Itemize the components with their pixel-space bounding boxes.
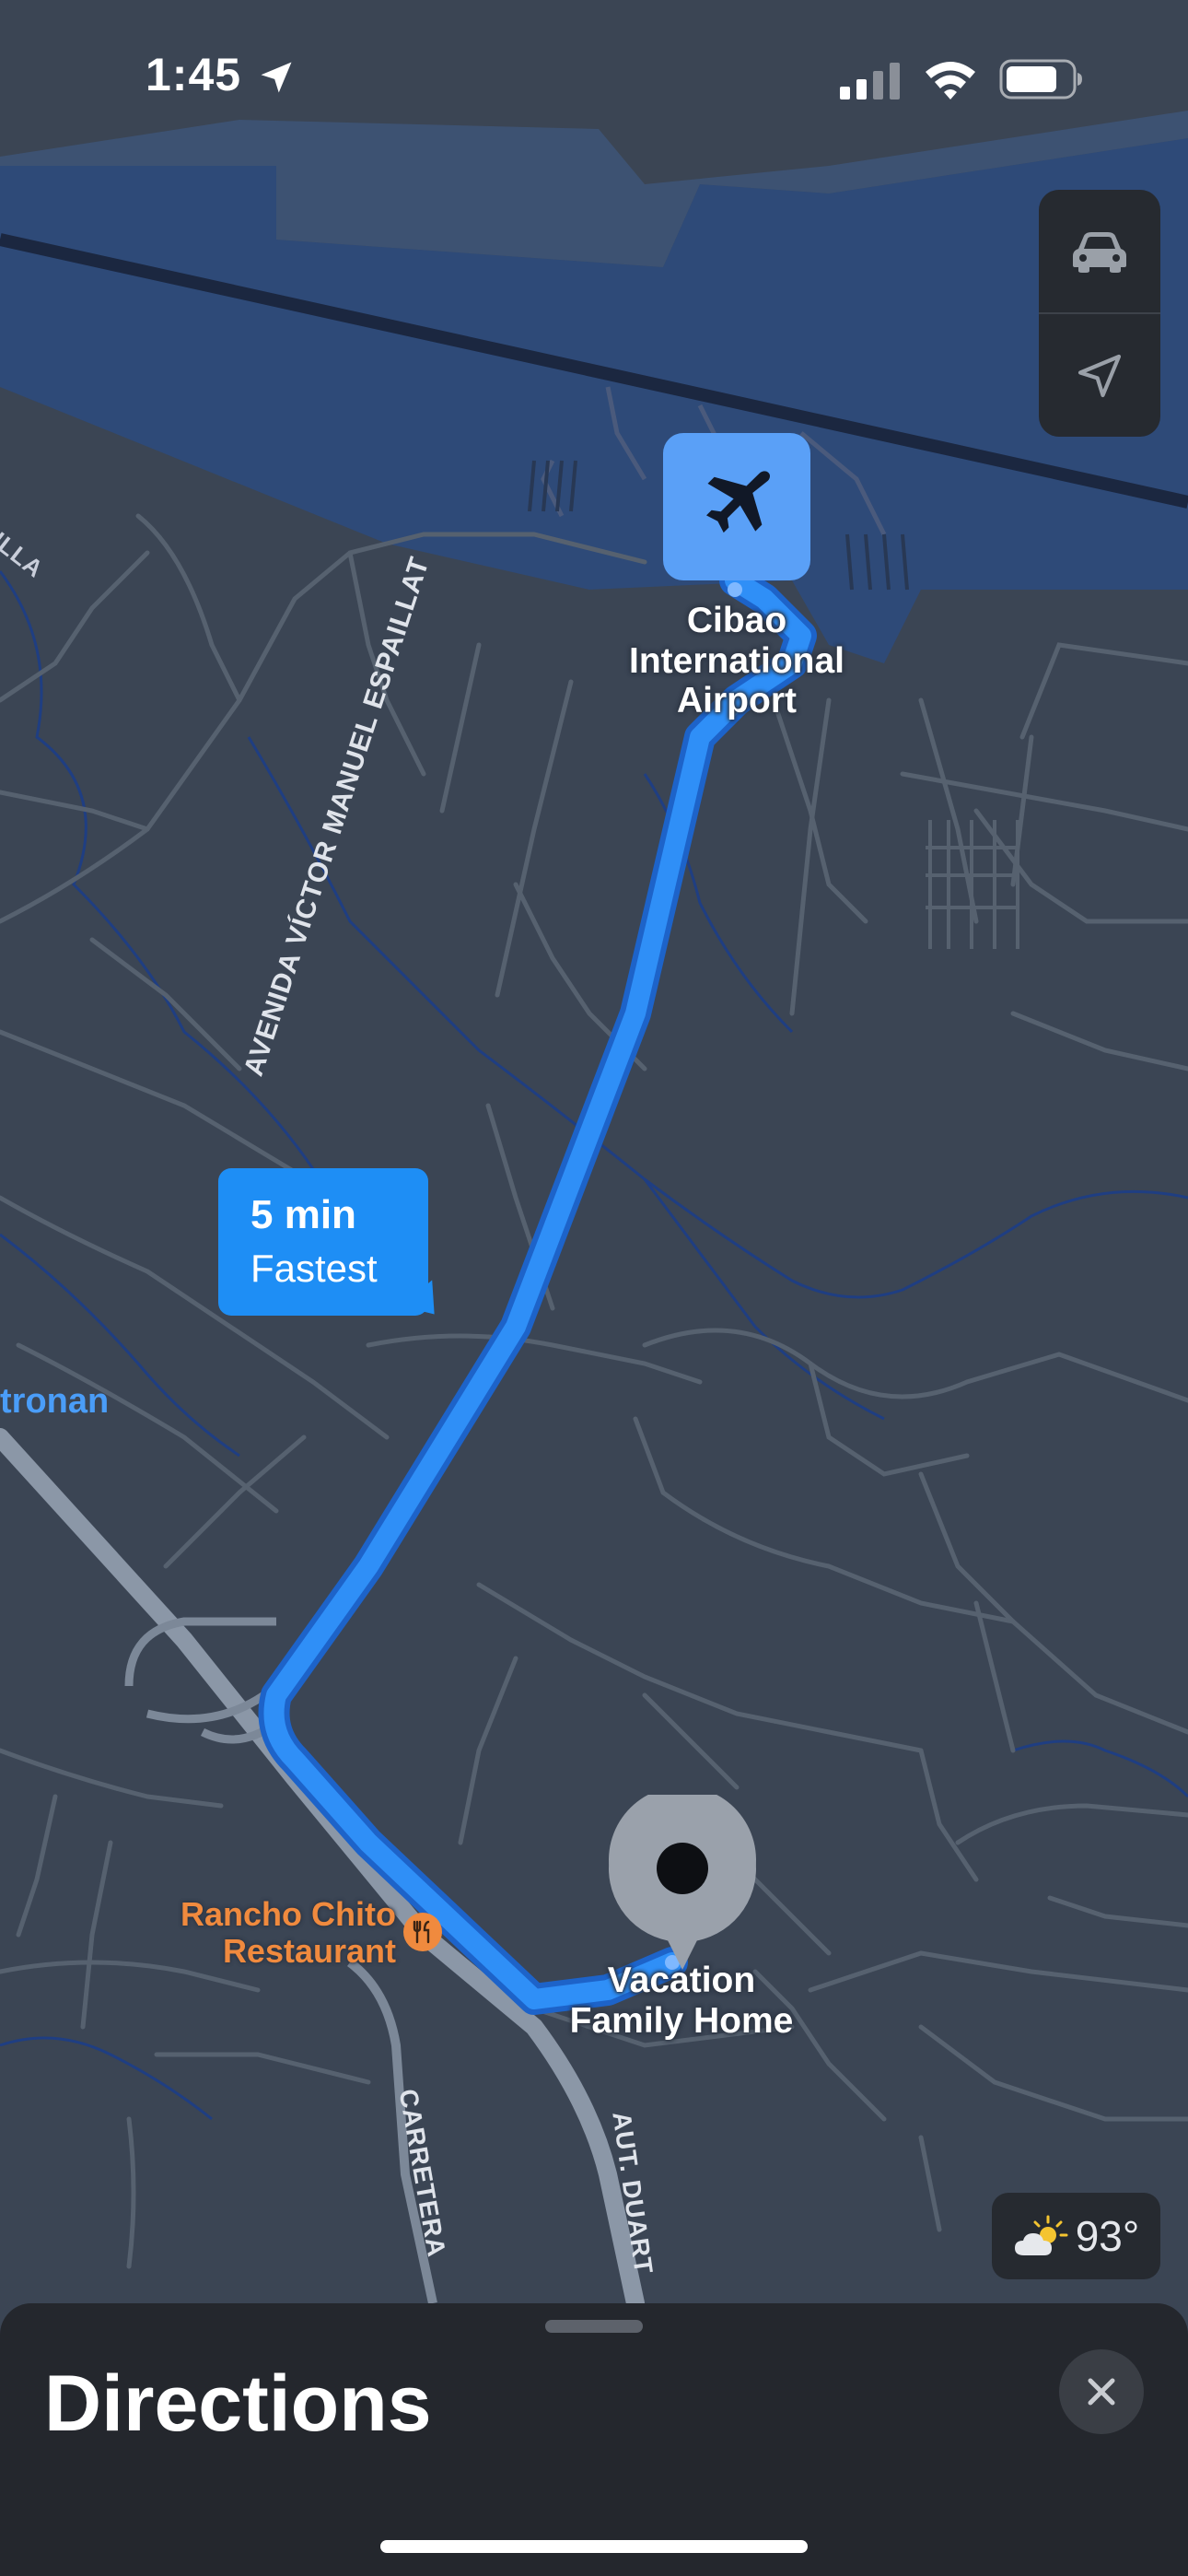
battery-icon: [999, 59, 1082, 100]
status-time: 1:45: [146, 49, 242, 100]
status-bar: 1:45: [0, 0, 1188, 157]
airport-label[interactable]: Cibao International Airport: [589, 601, 884, 721]
restaurant-label[interactable]: Rancho Chito Restaurant: [136, 1895, 396, 1971]
close-button[interactable]: [1059, 2349, 1144, 2434]
cellular-signal-icon: [840, 63, 900, 100]
weather-badge[interactable]: 93°: [992, 2193, 1160, 2279]
destination-label[interactable]: Vacation Family Home: [543, 1961, 820, 2041]
partly-sunny-icon: [1014, 2215, 1068, 2255]
destination-pin-icon[interactable]: [608, 1795, 757, 1970]
place-label-partial: tronan: [0, 1382, 110, 1421]
close-icon: [1088, 2378, 1115, 2406]
route-type-label: Fastest: [250, 1247, 378, 1290]
map-controls: [1039, 190, 1160, 437]
airport-marker[interactable]: [663, 433, 810, 580]
weather-temperature: 93°: [1075, 2212, 1140, 2260]
track-location-button[interactable]: [1039, 314, 1160, 437]
driving-mode-button[interactable]: [1039, 190, 1160, 312]
home-indicator[interactable]: [380, 2540, 808, 2553]
wifi-icon: [926, 62, 975, 100]
restaurant-fork-knife-icon[interactable]: [402, 1912, 443, 1952]
car-icon: [1073, 231, 1126, 273]
directions-sheet[interactable]: Directions: [0, 2303, 1188, 2576]
location-arrow-icon: [1077, 354, 1122, 397]
route-callout[interactable]: 5 min Fastest: [218, 1168, 428, 1316]
airplane-icon: [706, 471, 770, 533]
sheet-title: Directions: [44, 2359, 432, 2448]
location-arrow-icon: [261, 62, 292, 93]
map-view[interactable]: [0, 0, 1188, 2576]
route-duration: 5 min: [250, 1192, 356, 1237]
sheet-grabber[interactable]: [545, 2320, 643, 2333]
